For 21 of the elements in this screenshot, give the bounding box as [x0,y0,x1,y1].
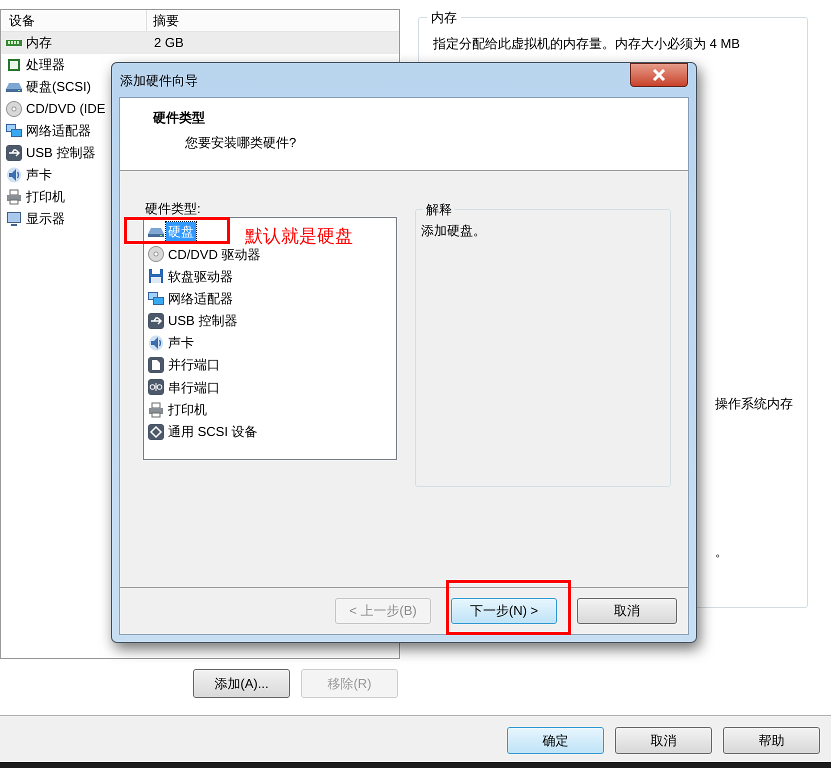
annotation-text: 默认就是硬盘 [245,225,353,248]
header-subtitle: 您要安装哪类硬件? [184,134,298,152]
device-name: 声卡 [26,166,52,184]
device-name: USB 控制器 [26,144,96,162]
list-label: 硬件类型: [144,200,202,217]
group-title: 解释 [425,201,453,219]
device-name: 打印机 [26,188,65,206]
dialog-title: 添加硬件向导 [119,72,198,90]
memory-description: 指定分配给此虚拟机的内存量。内存大小必须为 4 MB [433,34,741,52]
device-name: 显示器 [26,210,65,228]
device-name: CD/DVD (IDE [26,100,106,118]
device-name: 处理器 [26,56,65,74]
device-name: 硬盘(SCSI) [26,78,91,96]
header-title: 硬件类型 [153,109,206,127]
device-name: 网络适配器 [26,122,91,140]
memory-note: 。 [714,543,729,561]
group-title: 内存 [430,9,458,27]
explanation-text: 添加硬盘。 [421,222,487,240]
memory-note: 操作系统内存 [714,394,793,412]
device-summary: 2 GB [153,34,184,52]
device-name: 内存 [26,34,52,52]
